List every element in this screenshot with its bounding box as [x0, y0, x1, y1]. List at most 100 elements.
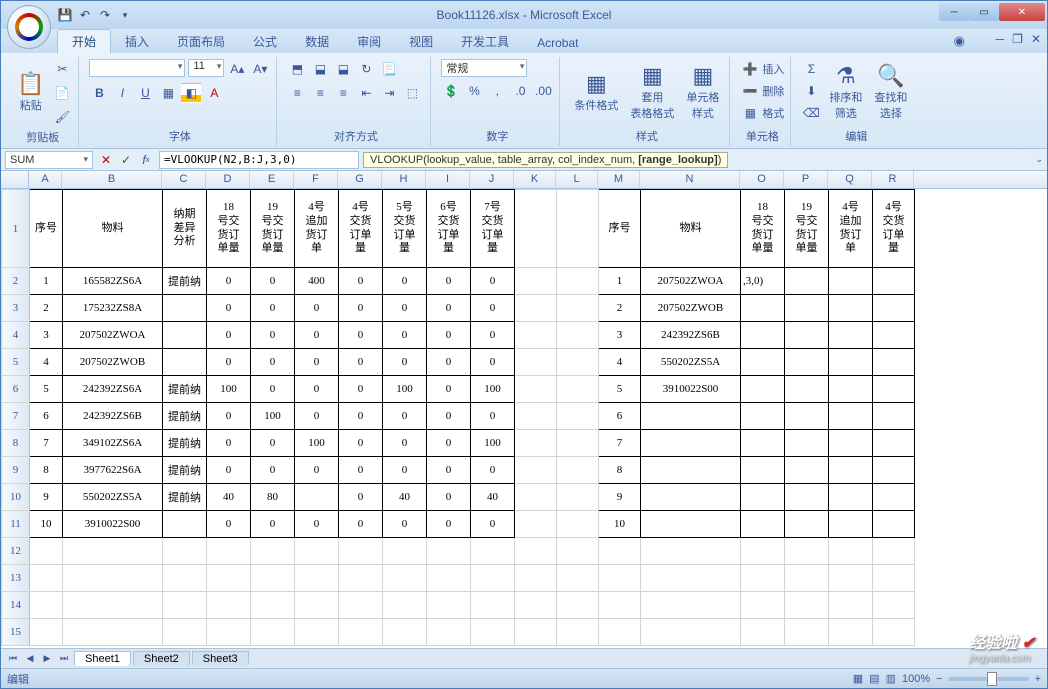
column-header[interactable]: A	[29, 171, 62, 188]
cell[interactable]	[163, 619, 207, 646]
cell[interactable]: 序号	[30, 190, 63, 268]
shrink-font-icon[interactable]: A▾	[250, 59, 270, 79]
cell[interactable]	[30, 619, 63, 646]
column-headers[interactable]: ABCDEFGHIJKLMNOPQR	[1, 171, 1047, 189]
percent-icon[interactable]: %	[464, 81, 484, 101]
cell[interactable]: 0	[427, 376, 471, 403]
redo-icon[interactable]: ↷	[97, 7, 113, 23]
table-format-button[interactable]: ▦套用 表格格式	[626, 59, 678, 126]
cell[interactable]	[829, 619, 873, 646]
cell[interactable]	[557, 511, 599, 538]
tab-insert[interactable]: 插入	[111, 30, 163, 53]
cell[interactable]	[873, 538, 915, 565]
cell[interactable]	[873, 619, 915, 646]
cell[interactable]: 0	[295, 403, 339, 430]
cell[interactable]	[557, 295, 599, 322]
cell[interactable]: 提前纳	[163, 403, 207, 430]
cell[interactable]	[515, 403, 557, 430]
cell[interactable]	[873, 457, 915, 484]
merge-icon[interactable]: ⬚	[402, 83, 422, 103]
cell[interactable]	[641, 565, 741, 592]
cell[interactable]	[641, 511, 741, 538]
currency-icon[interactable]: 💲	[441, 81, 461, 101]
cell[interactable]	[557, 190, 599, 268]
column-header[interactable]: H	[382, 171, 426, 188]
cell[interactable]	[383, 592, 427, 619]
cell[interactable]	[741, 349, 785, 376]
cell[interactable]	[873, 484, 915, 511]
italic-icon[interactable]: I	[112, 83, 132, 103]
column-header[interactable]: R	[872, 171, 914, 188]
cell[interactable]	[557, 430, 599, 457]
row-header[interactable]: 6	[2, 376, 30, 403]
doc-restore-icon[interactable]: ❐	[1012, 32, 1023, 46]
cell[interactable]	[471, 619, 515, 646]
cell[interactable]	[785, 430, 829, 457]
sheet-nav-prev-icon[interactable]: ◀	[22, 651, 38, 667]
cell[interactable]: 0	[471, 322, 515, 349]
align-right-icon[interactable]: ≡	[333, 83, 353, 103]
enter-icon[interactable]: ✓	[117, 151, 135, 169]
cell[interactable]	[741, 403, 785, 430]
indent-inc-icon[interactable]: ⇥	[379, 83, 399, 103]
tab-layout[interactable]: 页面布局	[163, 30, 239, 53]
align-middle-icon[interactable]: ⬓	[310, 59, 330, 79]
cell[interactable]	[829, 538, 873, 565]
cell[interactable]: 165582ZS6A	[63, 268, 163, 295]
cell[interactable]	[785, 268, 829, 295]
cell[interactable]	[557, 484, 599, 511]
cell[interactable]	[515, 457, 557, 484]
close-button[interactable]: ✕	[999, 3, 1045, 21]
cell[interactable]	[741, 592, 785, 619]
zoom-value[interactable]: 100%	[902, 673, 930, 685]
cell[interactable]	[785, 619, 829, 646]
grid-rows[interactable]: 1序号物料纳期差异分析18号交货订单量19号交货订单量4号追加货订单4号交货订单…	[1, 189, 1047, 648]
maximize-button[interactable]: ▭	[969, 3, 999, 21]
grow-font-icon[interactable]: A▴	[227, 59, 247, 79]
cell[interactable]	[785, 565, 829, 592]
cell[interactable]	[383, 619, 427, 646]
cell[interactable]: 0	[427, 268, 471, 295]
cell[interactable]	[741, 565, 785, 592]
copy-icon[interactable]: 📄	[52, 83, 72, 103]
cell[interactable]: 7	[30, 430, 63, 457]
cut-icon[interactable]: ✂	[52, 59, 72, 79]
cell[interactable]: 0	[339, 403, 383, 430]
cell[interactable]: 0	[383, 430, 427, 457]
qat-more-icon[interactable]: ▾	[117, 7, 133, 23]
cell[interactable]: 物料	[641, 190, 741, 268]
cell[interactable]: 0	[295, 457, 339, 484]
cell[interactable]: 0	[251, 322, 295, 349]
cell[interactable]	[515, 538, 557, 565]
cell[interactable]	[557, 376, 599, 403]
cell[interactable]: 0	[339, 511, 383, 538]
cell[interactable]	[557, 322, 599, 349]
cell[interactable]	[641, 403, 741, 430]
zoom-in-icon[interactable]: +	[1035, 673, 1041, 685]
cell[interactable]: 0	[471, 268, 515, 295]
cell[interactable]: 0	[207, 511, 251, 538]
cell[interactable]: 2	[30, 295, 63, 322]
cell[interactable]: 0	[207, 268, 251, 295]
cell[interactable]	[515, 484, 557, 511]
cell[interactable]	[163, 511, 207, 538]
cell[interactable]: 242392ZS6B	[641, 322, 741, 349]
cell[interactable]: 100	[471, 376, 515, 403]
cell[interactable]: 4号交货订单量	[339, 190, 383, 268]
cell[interactable]	[641, 592, 741, 619]
cell[interactable]	[741, 484, 785, 511]
cell[interactable]: 19号交货订单量	[785, 190, 829, 268]
column-header[interactable]: D	[206, 171, 250, 188]
cell[interactable]	[829, 457, 873, 484]
cell[interactable]	[785, 538, 829, 565]
cell[interactable]	[515, 619, 557, 646]
cell[interactable]: 10	[599, 511, 641, 538]
cell[interactable]	[785, 457, 829, 484]
cell[interactable]: 0	[383, 295, 427, 322]
cell[interactable]: 8	[30, 457, 63, 484]
cell[interactable]	[163, 349, 207, 376]
cell[interactable]	[599, 538, 641, 565]
cell[interactable]: 0	[251, 295, 295, 322]
cell[interactable]: 0	[427, 403, 471, 430]
cell[interactable]: 5	[30, 376, 63, 403]
